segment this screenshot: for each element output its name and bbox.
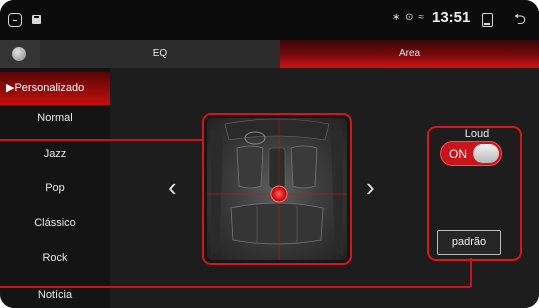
- status-indicators: ∗ ⊙ ≈: [392, 12, 425, 23]
- preset-jazz[interactable]: Jazz: [0, 138, 110, 171]
- preset-pop[interactable]: Pop: [0, 172, 110, 205]
- preset-classico[interactable]: Clássico: [0, 207, 110, 240]
- car-interior-image[interactable]: [207, 118, 347, 260]
- car-area-selector[interactable]: [202, 113, 352, 265]
- tab-eq[interactable]: EQ: [40, 40, 280, 68]
- default-button[interactable]: padrão: [437, 230, 501, 255]
- avatar[interactable]: [0, 40, 40, 68]
- tab-area[interactable]: Area: [280, 40, 539, 68]
- recent-apps-icon[interactable]: [482, 13, 493, 27]
- preset-sidebar: ▶Personalizado Normal Jazz Pop Clássico …: [0, 68, 110, 308]
- preset-rock[interactable]: Rock: [0, 242, 110, 275]
- preset-personalizado[interactable]: ▶Personalizado: [0, 72, 110, 105]
- gallery-icon[interactable]: [32, 15, 41, 24]
- loud-toggle[interactable]: ON: [440, 141, 502, 166]
- back-icon[interactable]: ⮌: [514, 9, 526, 34]
- preset-noticia[interactable]: Notícia: [0, 279, 110, 308]
- callout-line-connector: [470, 258, 472, 287]
- callout-line-bottom: [0, 286, 470, 288]
- clock: 13:51: [432, 9, 471, 26]
- home-icon[interactable]: [8, 13, 22, 27]
- loud-toggle-text: ON: [449, 147, 467, 161]
- head-unit-screen: ∗ ⊙ ≈ 13:51 ⮌ EQ Area ▶Personalizado Nor…: [0, 0, 539, 308]
- status-bar: ∗ ⊙ ≈ 13:51 ⮌: [0, 0, 539, 40]
- callout-line-top: [0, 139, 202, 141]
- tab-bar: EQ Area: [0, 40, 539, 68]
- sound-focus-point: [270, 185, 288, 203]
- preset-label: Personalizado: [14, 82, 85, 94]
- preset-normal[interactable]: Normal: [0, 102, 110, 135]
- avatar-icon: [12, 47, 26, 61]
- previous-arrow-icon[interactable]: ‹: [168, 172, 177, 202]
- car-interior-drawing: [207, 118, 347, 260]
- next-arrow-icon[interactable]: ›: [366, 172, 375, 202]
- loud-label: Loud: [464, 128, 490, 140]
- toggle-knob: [473, 144, 499, 163]
